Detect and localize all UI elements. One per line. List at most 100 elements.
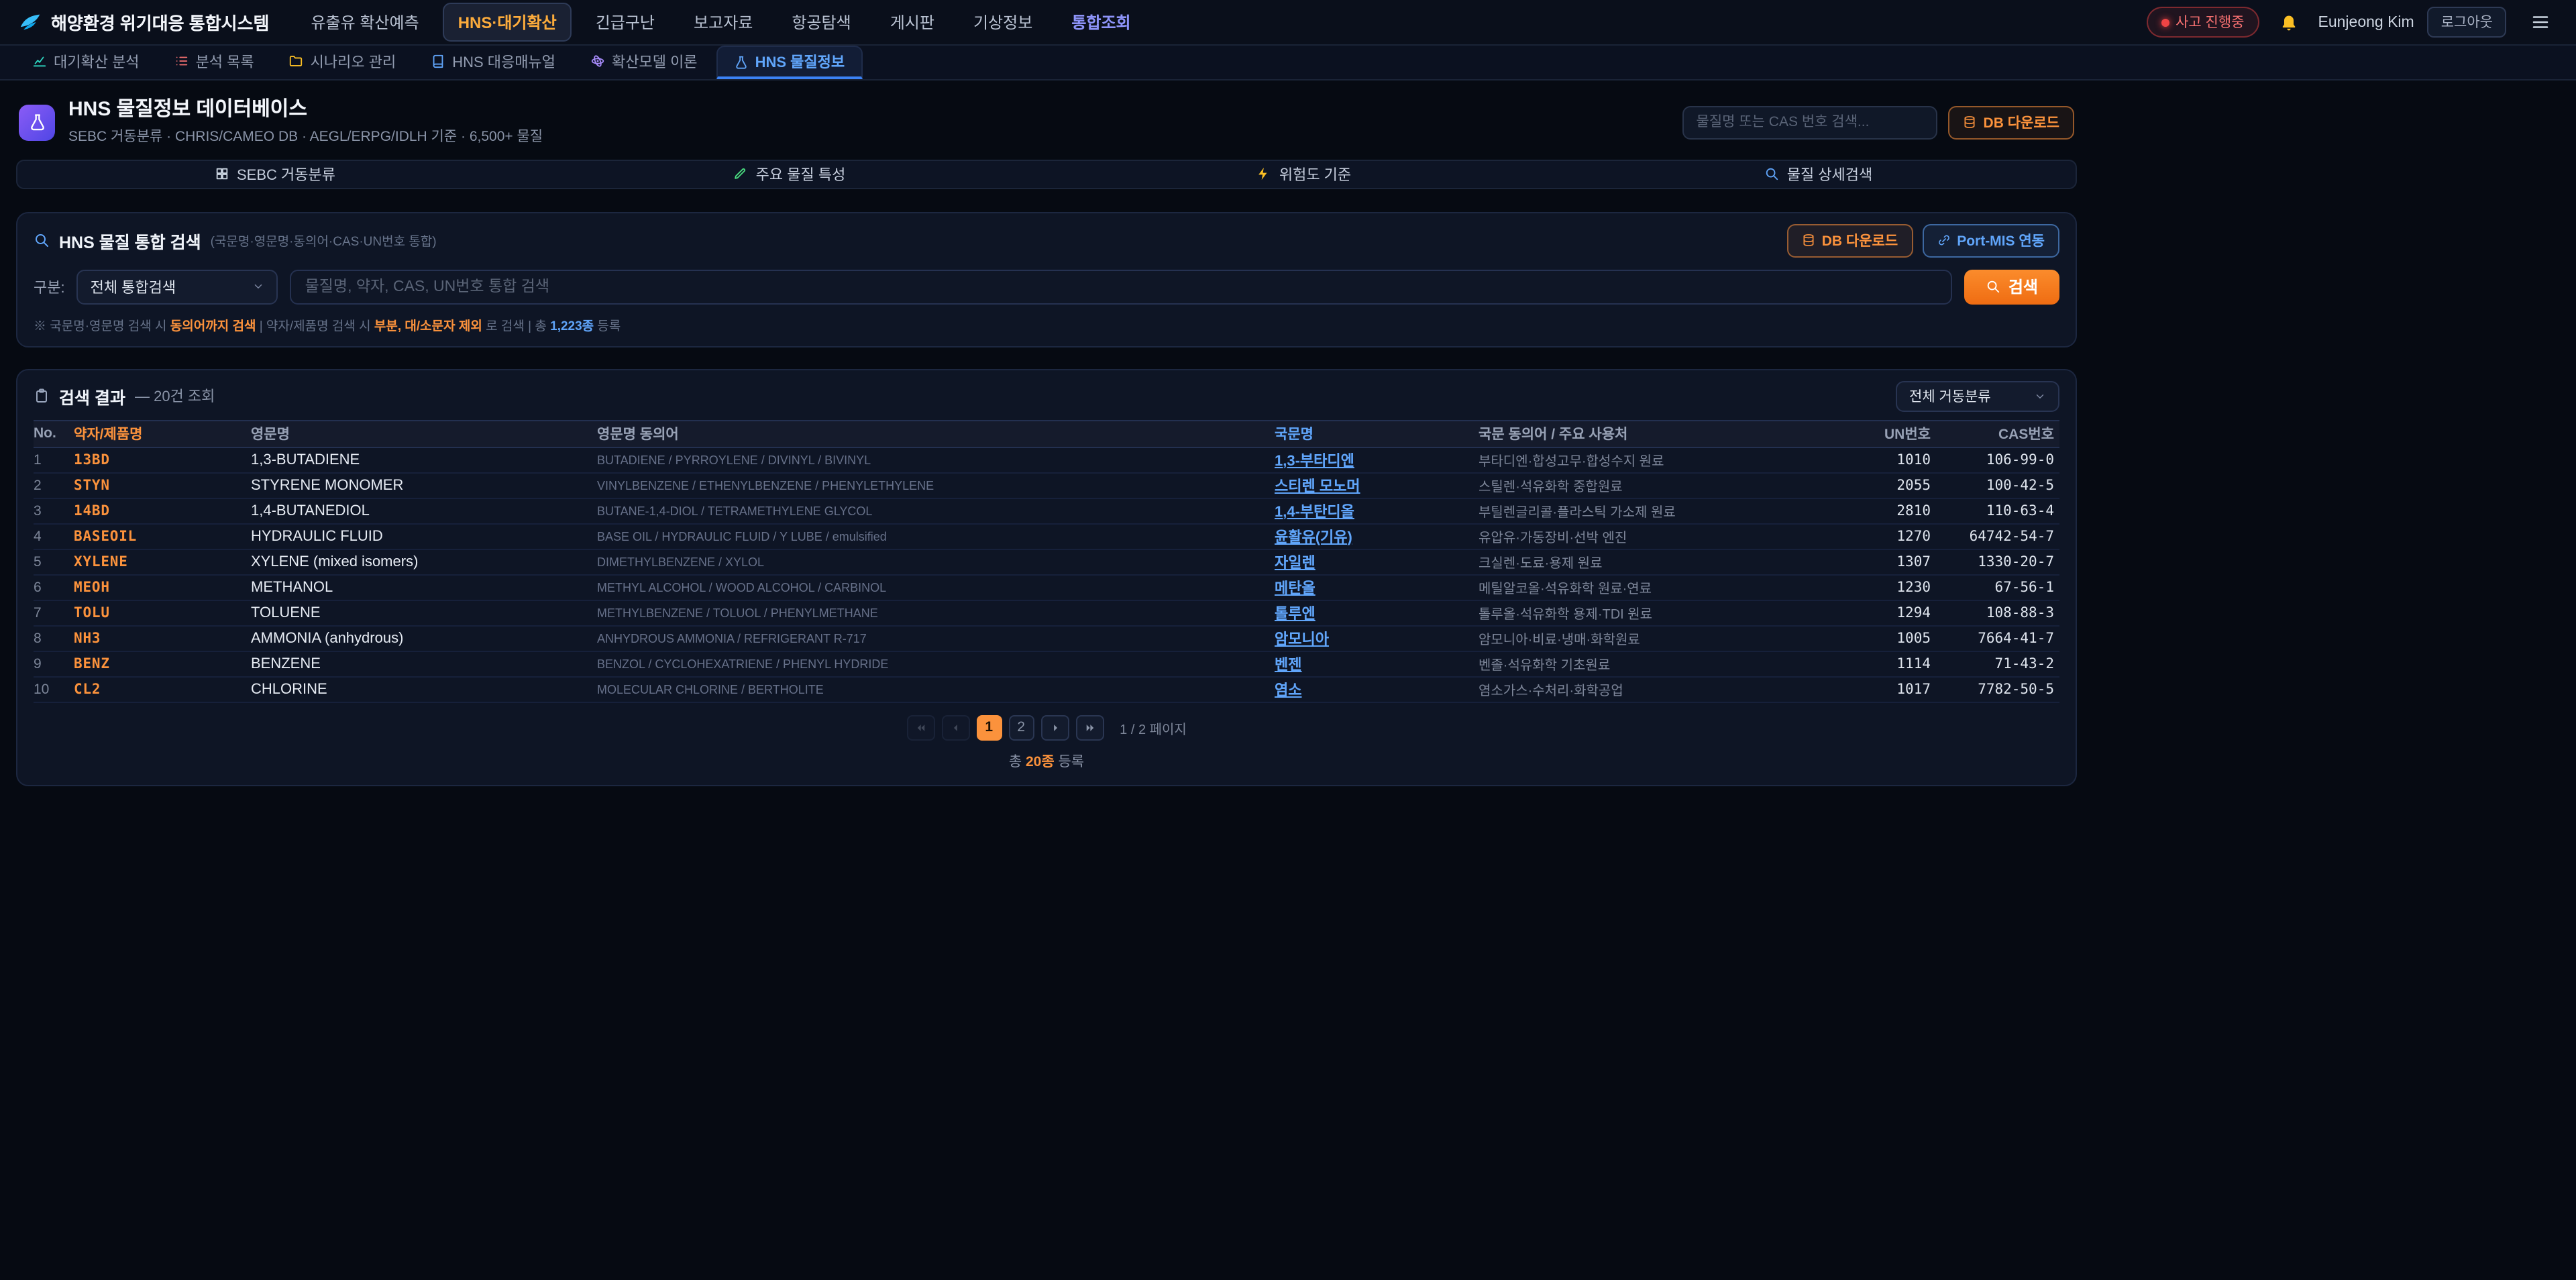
tab-hns-substance-info[interactable]: HNS 물질정보 bbox=[716, 46, 863, 79]
korean-name-link[interactable]: 스티렌 모노머 bbox=[1275, 478, 1360, 494]
tab-label: HNS 물질정보 bbox=[755, 51, 845, 72]
pagination-last-button[interactable] bbox=[1075, 714, 1104, 740]
quick-link-substance-properties[interactable]: 주요 물질 특성 bbox=[532, 160, 1046, 187]
korean-name-link[interactable]: 벤젠 bbox=[1275, 657, 1302, 673]
nav-item[interactable]: 보고자료 bbox=[679, 3, 767, 42]
panel-db-download-button[interactable]: DB 다운로드 bbox=[1787, 223, 1913, 257]
col-english-synonyms: 영문명 동의어 bbox=[597, 423, 1275, 443]
korean-name-link[interactable]: 1,3-부타디엔 bbox=[1275, 453, 1354, 469]
nav-item[interactable]: 통합조회 bbox=[1057, 3, 1145, 42]
page-header: HNS 물질정보 데이터베이스 SEBC 거동분류 · CHRIS/CAMEO … bbox=[16, 81, 2077, 159]
logout-button[interactable]: 로그아웃 bbox=[2428, 7, 2506, 38]
table-row[interactable]: 9 BENZ BENZENE BENZOL / CYCLOHEXATRIENE … bbox=[34, 651, 2059, 677]
korean-name-link[interactable]: 1,4-부탄디올 bbox=[1275, 504, 1354, 520]
nav-item[interactable]: 항공탐색 bbox=[777, 3, 865, 42]
database-icon bbox=[1802, 233, 1815, 247]
pagination-prev-button[interactable] bbox=[941, 714, 969, 740]
table-row[interactable]: 8 NH3 AMMONIA (anhydrous) ANHYDROUS AMMO… bbox=[34, 626, 2059, 651]
results-count: — 20건 조회 bbox=[135, 385, 215, 407]
quick-link-sebc-classification[interactable]: SEBC 거동분류 bbox=[17, 160, 532, 187]
results-title: 검색 결과 bbox=[59, 383, 125, 409]
total-prefix: 총 bbox=[1009, 753, 1026, 769]
grid-icon bbox=[214, 166, 229, 181]
cell-abbr: 13BD bbox=[74, 451, 251, 468]
page-icon bbox=[19, 105, 55, 141]
pagination-first-button[interactable] bbox=[906, 714, 934, 740]
nav-item[interactable]: HNS·대기확산 bbox=[443, 3, 572, 42]
cell-abbr: BENZ bbox=[74, 655, 251, 672]
cell-cas-number: 1330-20-7 bbox=[1936, 553, 2059, 570]
menu-button[interactable] bbox=[2522, 6, 2557, 38]
cell-korean-synonyms: 부틸렌글리콜·플라스틱 가소제 원료 bbox=[1479, 500, 1853, 521]
filter-select-value: 전체 거동분류 bbox=[1909, 386, 1991, 406]
korean-name-link[interactable]: 윤활유(기유) bbox=[1275, 529, 1352, 545]
category-select[interactable]: 전체 통합검색 bbox=[77, 269, 278, 304]
table-row[interactable]: 6 MEOH METHANOL METHYL ALCOHOL / WOOD AL… bbox=[34, 575, 2059, 600]
bolt-icon bbox=[1256, 166, 1271, 181]
cell-abbr: 14BD bbox=[74, 502, 251, 519]
table-row[interactable]: 5 XYLENE XYLENE (mixed isomers) DIMETHYL… bbox=[34, 549, 2059, 575]
cell-cas-number: 64742-54-7 bbox=[1936, 528, 2059, 544]
cell-abbr: NH3 bbox=[74, 630, 251, 646]
cell-korean-synonyms: 벤졸·석유화학 기초원료 bbox=[1479, 653, 1853, 674]
korean-name-link[interactable]: 메탄올 bbox=[1275, 580, 1316, 596]
hint-highlight: 동의어까지 검색 bbox=[170, 319, 256, 333]
cell-cas-number: 110-63-4 bbox=[1936, 502, 2059, 519]
nav-item[interactable]: 기상정보 bbox=[959, 3, 1047, 42]
cell-korean-synonyms: 크실렌·도료·용제 원료 bbox=[1479, 551, 1853, 572]
incident-label: 사고 진행중 bbox=[2176, 12, 2244, 32]
table-row[interactable]: 7 TOLU TOLUENE METHYLBENZENE / TOLUOL / … bbox=[34, 600, 2059, 626]
db-download-button[interactable]: DB 다운로드 bbox=[1949, 106, 2074, 140]
cell-english-name: TOLUENE bbox=[251, 604, 597, 621]
tab-label: 시나리오 관리 bbox=[311, 50, 396, 72]
cell-abbr: STYN bbox=[74, 477, 251, 493]
hamburger-icon bbox=[2530, 12, 2550, 32]
tab-scenario-management[interactable]: 시나리오 관리 bbox=[273, 46, 413, 79]
col-no: No. bbox=[34, 425, 74, 441]
incident-status-badge[interactable]: 사고 진행중 bbox=[2146, 7, 2259, 38]
cell-english-name: BENZENE bbox=[251, 655, 597, 672]
table-row[interactable]: 1 13BD 1,3-BUTADIENE BUTADIENE / PYRROYL… bbox=[34, 447, 2059, 473]
search-hint: ※ 국문명·영문명 검색 시 동의어까지 검색 | 약자/제품명 검색 시 부분… bbox=[34, 315, 2059, 333]
korean-name-link[interactable]: 자일렌 bbox=[1275, 555, 1316, 571]
table-body: 1 13BD 1,3-BUTADIENE BUTADIENE / PYRROYL… bbox=[34, 447, 2059, 702]
cell-un-number: 1307 bbox=[1853, 553, 1936, 570]
results-table: No. 약자/제품명 영문명 영문명 동의어 국문명 국문 동의어 / 주요 사… bbox=[34, 419, 2059, 702]
tab-analysis-list[interactable]: 분석 목록 bbox=[158, 46, 270, 79]
nav-item[interactable]: 긴급구난 bbox=[581, 3, 669, 42]
category-label: 구분: bbox=[34, 276, 65, 297]
brand-home-link[interactable]: 해양환경 위기대응 통합시스템 bbox=[19, 9, 269, 35]
nav-item[interactable]: 유출유 확산예측 bbox=[296, 3, 433, 42]
unified-search-input[interactable] bbox=[290, 269, 1952, 304]
table-row[interactable]: 4 BASEOIL HYDRAULIC FLUID BASE OIL / HYD… bbox=[34, 524, 2059, 549]
nav-item[interactable]: 게시판 bbox=[875, 3, 949, 42]
quick-links-bar: SEBC 거동분류 주요 물질 특성 위험도 기준 물질 상세검색 bbox=[16, 159, 2077, 189]
tab-hns-response-manual[interactable]: HNS 대응매뉴얼 bbox=[415, 46, 572, 79]
pagination-next-button[interactable] bbox=[1040, 714, 1069, 740]
cell-korean-synonyms: 암모니아·비료·냉매·화학원료 bbox=[1479, 628, 1853, 648]
tab-air-diffusion-analysis[interactable]: 대기확산 분석 bbox=[16, 46, 156, 79]
col-korean-synonyms: 국문 동의어 / 주요 사용처 bbox=[1479, 423, 1853, 443]
quick-search-input[interactable] bbox=[1683, 106, 1938, 140]
portmis-link-button[interactable]: Port-MIS 연동 bbox=[1922, 223, 2059, 257]
search-button[interactable]: 검색 bbox=[1964, 269, 2059, 304]
cell-english-name: 1,3-BUTADIENE bbox=[251, 451, 597, 468]
korean-name-link[interactable]: 톨루엔 bbox=[1275, 606, 1316, 622]
pagination-page-1[interactable]: 1 bbox=[976, 714, 1002, 740]
notification-bell-button[interactable] bbox=[2273, 6, 2305, 38]
prev-page-icon bbox=[949, 721, 961, 733]
quick-link-detail-search[interactable]: 물질 상세검색 bbox=[1561, 160, 2076, 187]
tab-label: 대기확산 분석 bbox=[54, 50, 140, 72]
korean-name-link[interactable]: 염소 bbox=[1275, 682, 1302, 698]
quick-link-risk-criteria[interactable]: 위험도 기준 bbox=[1046, 160, 1561, 187]
cell-cas-number: 106-99-0 bbox=[1936, 451, 2059, 468]
table-row[interactable]: 2 STYN STYRENE MONOMER VINYLBENZENE / ET… bbox=[34, 473, 2059, 498]
korean-name-link[interactable]: 암모니아 bbox=[1275, 631, 1329, 647]
table-row[interactable]: 3 14BD 1,4-BUTANEDIOL BUTANE-1,4-DIOL / … bbox=[34, 498, 2059, 524]
behavior-class-filter-select[interactable]: 전체 거동분류 bbox=[1896, 380, 2059, 411]
tab-diffusion-model-theory[interactable]: 확산모델 이론 bbox=[574, 46, 714, 79]
pagination-page-2[interactable]: 2 bbox=[1008, 714, 1034, 740]
cell-abbr: BASEOIL bbox=[74, 528, 251, 544]
cell-english-name: 1,4-BUTANEDIOL bbox=[251, 502, 597, 519]
table-row[interactable]: 10 CL2 CHLORINE MOLECULAR CHLORINE / BER… bbox=[34, 677, 2059, 702]
